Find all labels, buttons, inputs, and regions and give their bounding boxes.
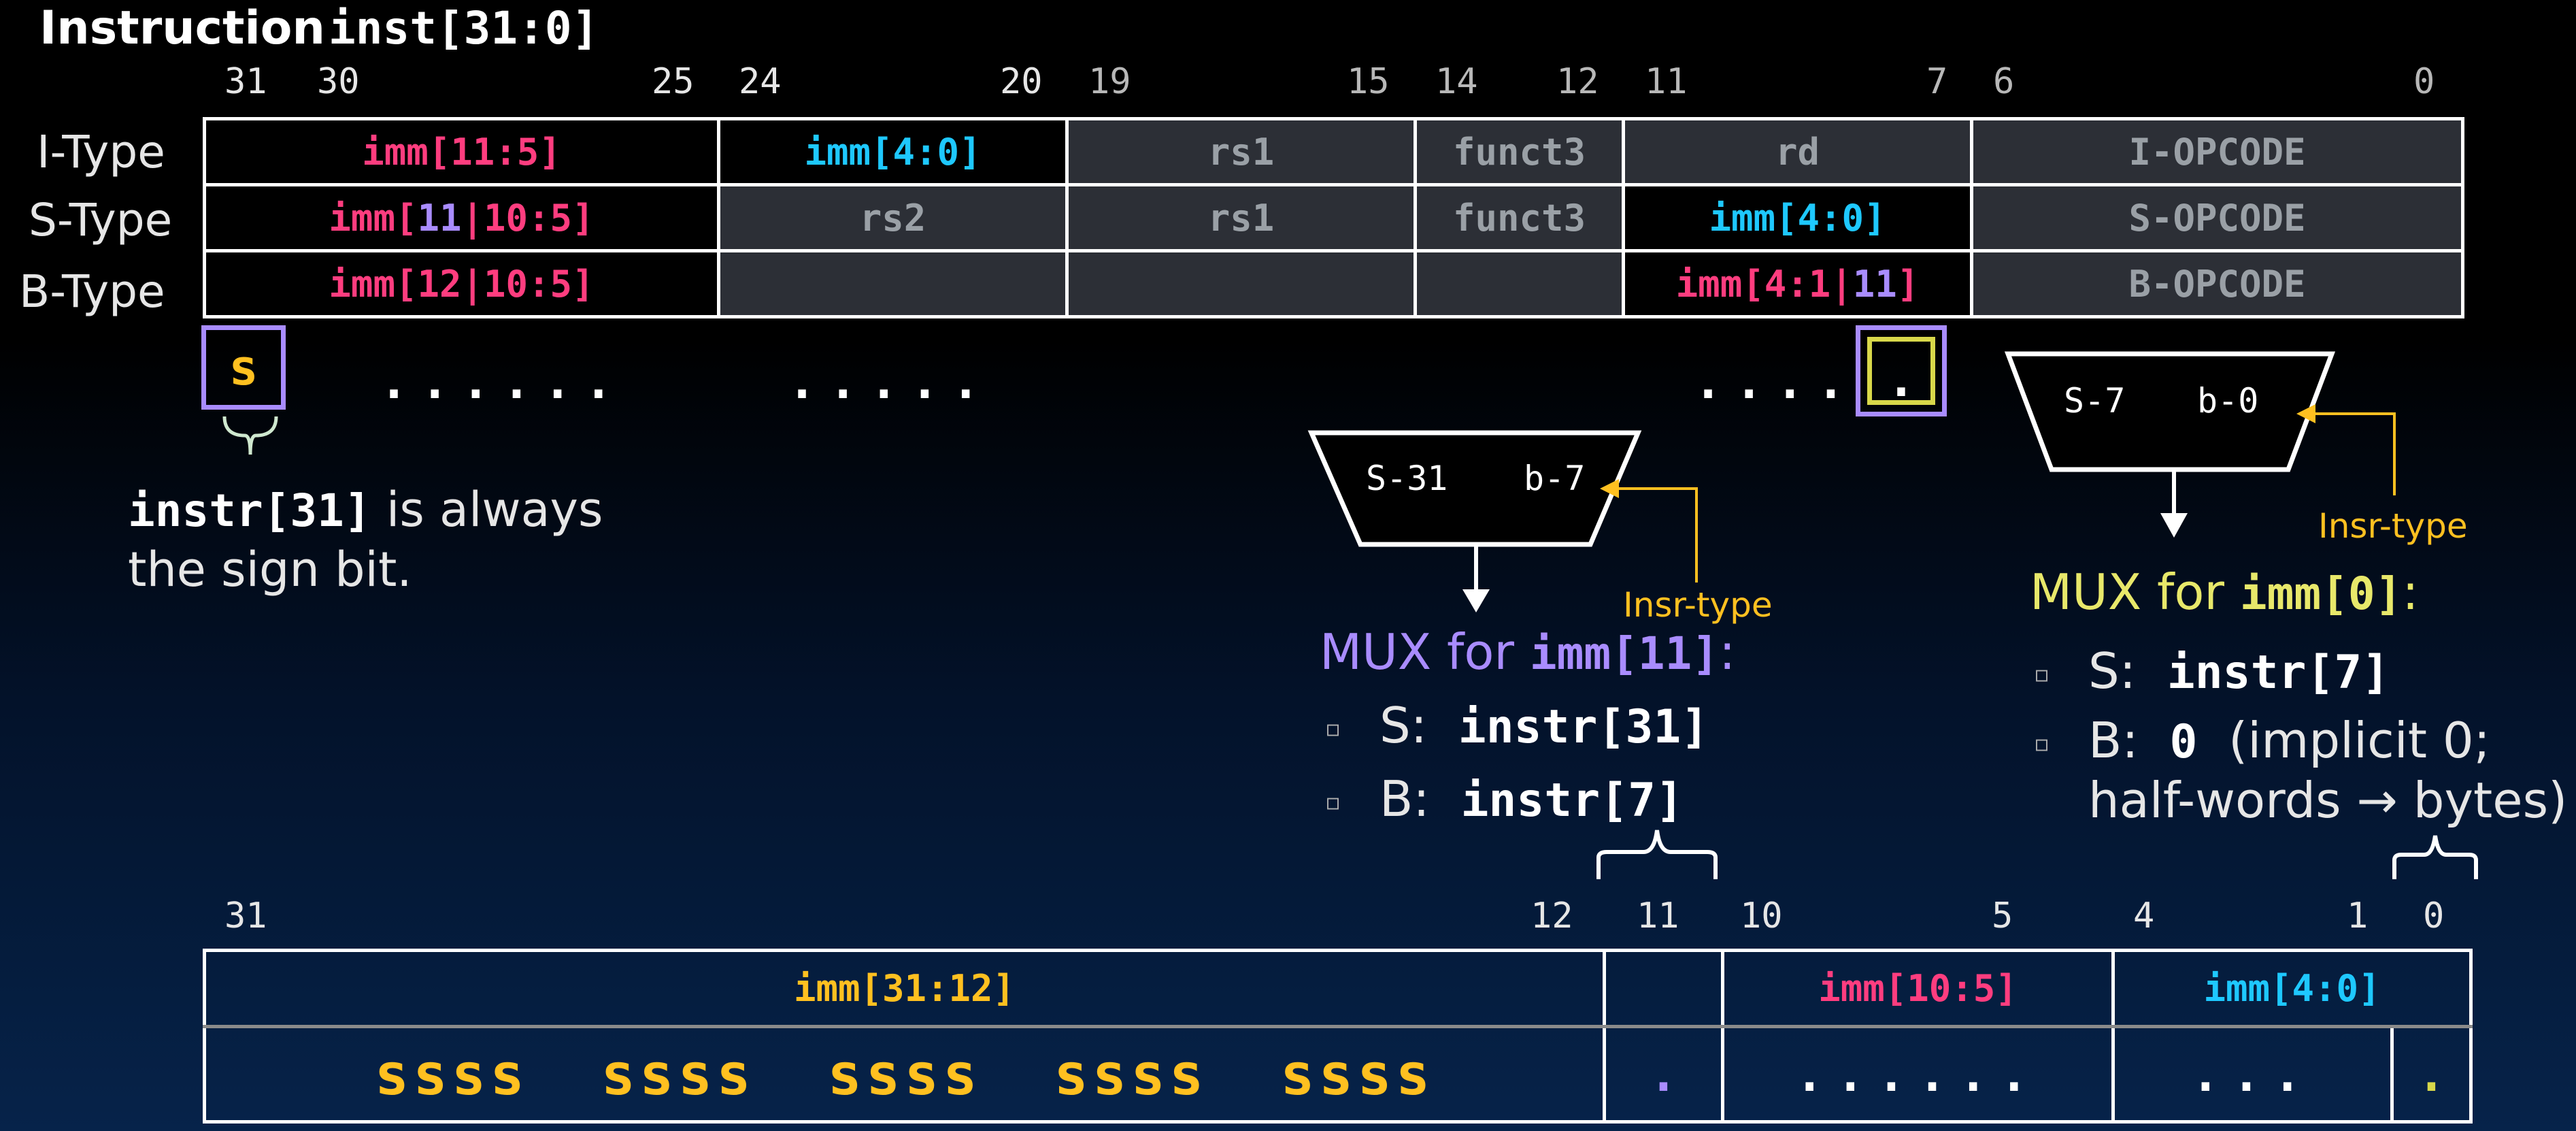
imm-value-row: ssss ssss ssss ssss ssss . ...... ... . (203, 1025, 2473, 1124)
imm-31-12-label: imm[31:12] (203, 949, 1606, 1028)
mux11-bullet-s: ▫ S: instr[31] (1325, 697, 1709, 754)
mux11-input-b: b-7 (1524, 459, 1586, 498)
bbit-12: 12 (1530, 896, 1573, 936)
mux11-select-label: Insr-type (1623, 585, 1773, 625)
sign-note-text1: is always (371, 482, 603, 538)
sign-bit-note: instr[31] is always the sign bit. (128, 480, 603, 599)
mux11-shape (1307, 430, 1642, 547)
imm-4-0-label: imm[4:0] (2111, 949, 2473, 1028)
bbit-4: 4 (2133, 896, 2155, 936)
mux0-output-arrowhead (2160, 513, 2188, 538)
imm-10-5-values: ...... (1721, 1025, 2115, 1124)
bbit-5: 5 (1992, 896, 2013, 936)
mux0-heading: MUX for imm[0]: (2030, 563, 2419, 621)
mux11-input-s: S-31 (1366, 459, 1448, 498)
immediate-table: imm[31:12] imm[10:5] imm[4:0] ssss ssss … (203, 949, 2473, 1124)
brace-bit0 (2392, 835, 2478, 879)
imm-bit0-value: . (2390, 1025, 2473, 1124)
sign-note-text2: the sign bit. (128, 542, 412, 597)
bbit-1: 1 (2347, 896, 2369, 936)
mux11-output-arrowhead (1462, 589, 1490, 612)
mux11-select-line (1609, 487, 1698, 583)
bbit-31: 31 (224, 896, 267, 936)
sign-brace (222, 416, 278, 455)
bbit-0: 0 (2423, 896, 2445, 936)
brace-bit11 (1596, 830, 1718, 879)
mux0-bullet-b-cont: half-words → bytes) (2088, 772, 2568, 829)
imm-label-row: imm[31:12] imm[10:5] imm[4:0] (203, 949, 2473, 1028)
mux0-input-s: S-7 (2064, 381, 2126, 421)
bbit-11: 11 (1637, 896, 1679, 936)
mux0-select-label: Insr-type (2318, 506, 2468, 546)
mux0-bullet-b: ▫ B: 0 (implicit 0; (2034, 712, 2490, 769)
mux0-shape (2004, 351, 2336, 472)
imm-bit11-value: . (1603, 1025, 1724, 1124)
imm-11-label (1603, 949, 1724, 1028)
mux0-select-line (2306, 412, 2396, 495)
sign-note-code: instr[31] (128, 485, 371, 537)
mux0-bullet-s: ▫ S: instr[7] (2034, 642, 2390, 700)
imm-sign-extension: ssss ssss ssss ssss ssss (203, 1025, 1606, 1124)
mux11-bullet-b: ▫ B: instr[7] (1325, 770, 1684, 827)
imm-10-5-label: imm[10:5] (1721, 949, 2115, 1028)
bbit-10: 10 (1740, 896, 1783, 936)
mux0-input-b: b-0 (2197, 381, 2259, 421)
mux11-heading: MUX for imm[11]: (1320, 623, 1736, 681)
imm-4-1-values: ... (2111, 1025, 2394, 1124)
